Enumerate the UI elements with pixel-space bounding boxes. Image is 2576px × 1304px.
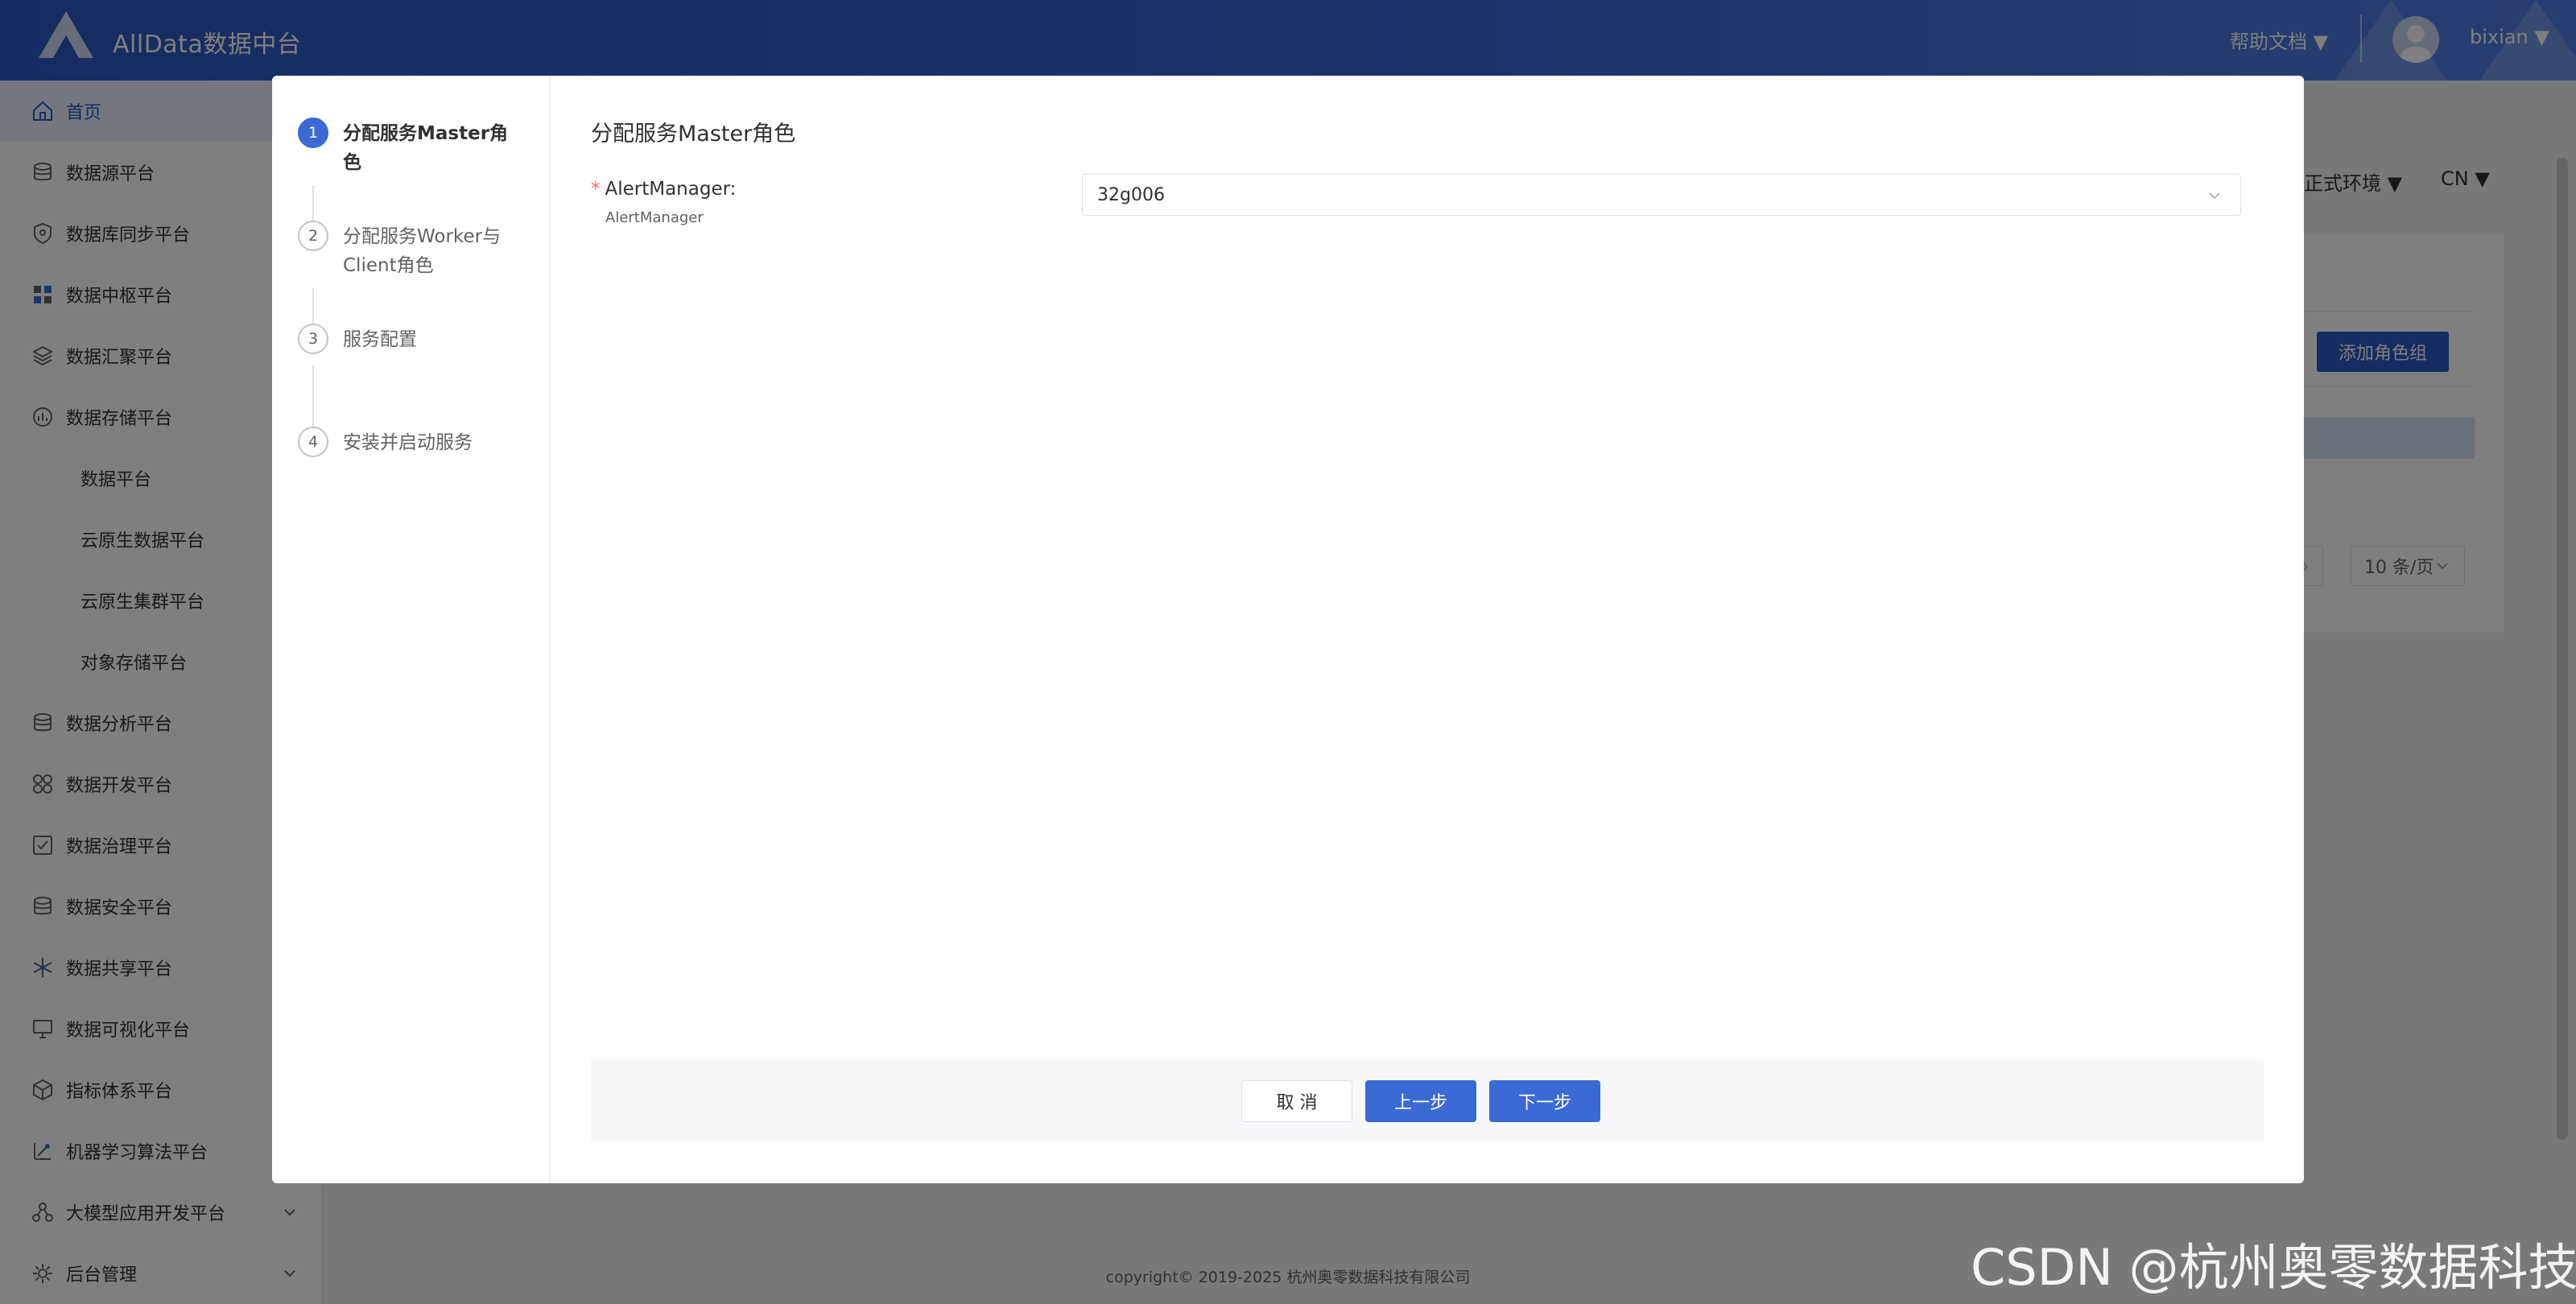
install-service-dialog: 1 分配服务Master角色 2 分配服务Worker与Client角色 3 服… [272, 76, 2304, 1183]
step-label: 分配服务Worker与Client角色 [343, 226, 502, 276]
previous-step-button[interactable]: 上一步 [1365, 1080, 1476, 1122]
step-number: 1 [298, 118, 328, 148]
alertmanager-label: * AlertManager: [591, 179, 736, 200]
step-number: 3 [298, 324, 328, 354]
watermark: CSDN @杭州奥零数据科技 [1971, 1238, 2576, 1297]
alertmanager-sublabel: AlertManager [605, 209, 704, 226]
step-number: 2 [298, 221, 328, 251]
select-value: 32g006 [1097, 184, 1165, 205]
cancel-button[interactable]: 取 消 [1241, 1080, 1352, 1122]
step-number: 4 [298, 427, 328, 457]
dialog-content-title: 分配服务Master角色 [591, 122, 796, 146]
chevron-down-icon [2209, 192, 2220, 200]
step-label: 安装并启动服务 [343, 432, 473, 453]
steps-panel: 1 分配服务Master角色 2 分配服务Worker与Client角色 3 服… [272, 76, 551, 1183]
required-asterisk: * [591, 179, 601, 200]
step-label: 服务配置 [343, 329, 417, 350]
field-label-text: AlertManager: [605, 179, 737, 200]
next-step-button[interactable]: 下一步 [1489, 1080, 1600, 1122]
alertmanager-host-select[interactable]: 32g006 [1082, 174, 2241, 216]
step-label: 分配服务Master角色 [343, 123, 509, 173]
